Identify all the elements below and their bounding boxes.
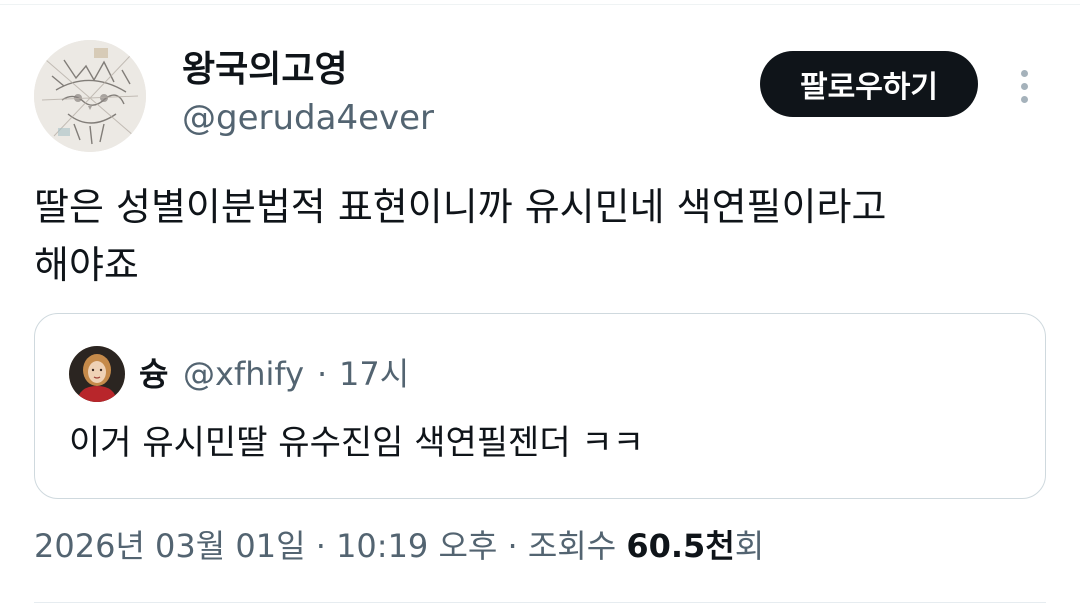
views-label: 조회수 (527, 527, 627, 565)
quote-timestamp[interactable]: 17시 (339, 352, 409, 396)
meta-separator: · (305, 527, 337, 565)
quote-tweet-card[interactable]: 슝 @xfhify · 17시 이거 유시민딸 유수진임 색연필젠더 ㅋㅋ (34, 313, 1046, 499)
views-suffix: 회 (734, 527, 765, 565)
bottom-divider (34, 602, 1046, 603)
tweet-text: 딸은 성별이분법적 표현이니까 유시민네 색연필이라고 해야죠 (34, 185, 887, 287)
quote-author-handle[interactable]: @xfhify (183, 352, 304, 396)
quote-separator: · (317, 355, 328, 393)
portrait-avatar-icon (69, 346, 125, 402)
views-count[interactable]: 60.5천 (626, 527, 734, 565)
more-vertical-icon[interactable] (1006, 62, 1042, 110)
quote-author-name[interactable]: 슝 (139, 352, 168, 396)
more-dot (1020, 95, 1028, 103)
meta-separator: · (497, 527, 528, 565)
tweet-meta: 2026년 03월 01일 · 10:19 오후 · 조회수 60.5천회 (34, 522, 764, 570)
quote-text: 이거 유시민딸 유수진임 색연필젠더 ㅋㅋ (69, 423, 644, 463)
cat-sketch-avatar-icon (34, 40, 146, 152)
more-dot (1020, 82, 1028, 90)
follow-button[interactable]: 팔로우하기 (760, 51, 978, 117)
quote-author-avatar[interactable] (69, 346, 125, 402)
author-handle[interactable]: @geruda4ever (182, 96, 434, 140)
author-avatar[interactable] (34, 40, 146, 152)
tweet-detail: 왕국의고영 @geruda4ever 팔로우하기 딸은 성별이분법적 표현이니까… (0, 0, 1080, 606)
tweet-time[interactable]: 10:19 오후 (336, 527, 497, 565)
tweet-date[interactable]: 2026년 03월 01일 (34, 527, 306, 565)
author-display-name[interactable]: 왕국의고영 (182, 48, 348, 92)
more-dot (1020, 69, 1028, 77)
